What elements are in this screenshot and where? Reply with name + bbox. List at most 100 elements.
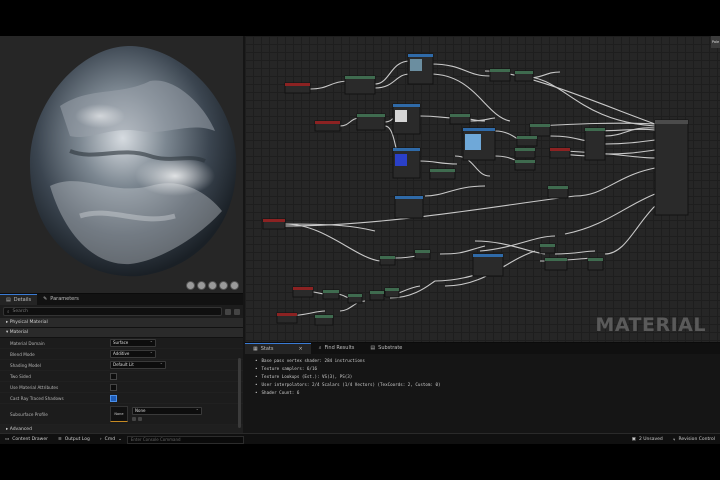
node-multiply-2 xyxy=(514,159,536,171)
list-item: • User interpolators: 2/4 Scalars (1/4 Ve… xyxy=(255,381,720,389)
cast-ray-traced-shadows-label: Cast Ray Traced Shadows xyxy=(10,395,64,401)
material-watermark: MATERIAL xyxy=(595,314,706,336)
cmd-icon: › xyxy=(99,437,102,442)
details-scrollbar[interactable] xyxy=(238,358,241,428)
content-drawer-icon: ▭ xyxy=(5,437,10,442)
node-add-1 xyxy=(449,113,471,125)
list-item: • Base pass vertex shader: 284 instructio… xyxy=(255,357,720,365)
tab-stats-label: Stats xyxy=(260,345,274,352)
cast-ray-traced-shadows-checkbox[interactable] xyxy=(110,394,117,402)
node-texture-2 xyxy=(392,103,421,135)
search-placeholder: Search xyxy=(12,309,28,314)
property-shading-model: Shading Model Default Lit xyxy=(0,360,243,371)
tab-substrate[interactable]: ▤ Substrate xyxy=(362,343,410,354)
save-icon: ▣ xyxy=(631,437,636,442)
settings-icon[interactable] xyxy=(234,308,240,315)
cmd-label: Cmd xyxy=(104,437,116,442)
use-selected-asset-icon[interactable] xyxy=(138,417,142,421)
tab-find-results[interactable]: ⌕ Find Results xyxy=(311,343,363,354)
stat-text: User interpolators: 2/4 Scalars (1/4 Vec… xyxy=(261,382,441,387)
grid-view-icon[interactable] xyxy=(225,308,231,315)
stat-text: Texture Lookups (Est.): VS(3), PS(3) xyxy=(261,374,353,379)
graph-nodes xyxy=(262,53,689,326)
tab-details[interactable]: ▤ Details xyxy=(0,294,38,305)
node-math-6 xyxy=(544,257,568,271)
node-red-param-4 xyxy=(262,218,286,230)
tab-stats[interactable]: ▦ Stats × xyxy=(245,343,311,354)
unsaved-button[interactable]: ▣ 2 Unsaved xyxy=(627,437,668,443)
node-output xyxy=(654,119,689,216)
revision-control-label: Revision Control xyxy=(678,437,715,442)
node-math-4 xyxy=(414,249,431,260)
preview-sphere-button[interactable] xyxy=(197,281,206,290)
subsurface-profile-dropdown[interactable]: None xyxy=(132,406,202,415)
preview-cylinder-button[interactable] xyxy=(186,281,195,290)
node-texture-6 xyxy=(472,253,504,277)
bullet-icon: • xyxy=(255,374,258,379)
revision-control-button[interactable]: ⑂ Revision Control xyxy=(668,437,720,443)
node-math-2 xyxy=(514,70,534,82)
shading-model-dropdown[interactable]: Default Lit xyxy=(110,360,166,369)
property-subsurface-profile: Subsurface Profile None None xyxy=(0,404,243,425)
search-icon: ⌕ xyxy=(7,309,10,315)
node-math-7 xyxy=(587,257,604,271)
category-physical-material[interactable]: ▸ Physical Material xyxy=(0,318,243,328)
output-log-button[interactable]: ≡ Output Log xyxy=(53,437,95,442)
two-sided-label: Two Sided xyxy=(10,373,31,379)
status-bar-right: ▣ 2 Unsaved ⑂ Revision Control xyxy=(627,437,720,443)
parameters-icon: ✎ xyxy=(43,296,48,302)
use-material-attributes-checkbox[interactable] xyxy=(110,383,117,391)
content-drawer-button[interactable]: ▭ Content Drawer xyxy=(0,437,53,442)
list-item: • Shader Count: 6 xyxy=(255,389,720,397)
console-command-input[interactable]: Enter Console Command xyxy=(126,435,244,444)
material-node-graph xyxy=(262,53,689,326)
node-red-param-2 xyxy=(314,120,341,132)
node-red-param-6 xyxy=(276,312,298,324)
property-material-domain: Material Domain Surface xyxy=(0,338,243,349)
bullet-icon: • xyxy=(255,390,258,395)
blend-mode-dropdown[interactable]: Additive xyxy=(110,349,156,358)
node-math-8 xyxy=(322,289,340,300)
details-search-input[interactable]: ⌕ Search xyxy=(3,307,222,316)
property-cast-ray-traced-shadows: Cast Ray Traced Shadows xyxy=(0,393,243,404)
browse-asset-icon[interactable] xyxy=(132,417,136,421)
node-texture-4 xyxy=(462,127,496,161)
node-math-10 xyxy=(369,290,385,301)
node-texture-3 xyxy=(392,147,421,179)
status-bar: ▭ Content Drawer ≡ Output Log › Cmd ⌄ En… xyxy=(0,433,720,444)
node-fresnel xyxy=(429,168,456,180)
cmd-dropdown[interactable]: › Cmd ⌄ xyxy=(95,437,127,442)
material-domain-dropdown[interactable]: Surface xyxy=(110,338,156,347)
node-math-5 xyxy=(539,243,556,254)
node-lerp-1 xyxy=(529,123,551,137)
preview-cube-button[interactable] xyxy=(219,281,228,290)
preview-viewport[interactable] xyxy=(0,36,243,293)
material-editor-window: ▤ Details ✎ Parameters ⌕ Search ▸ Physic… xyxy=(0,36,720,444)
tab-parameters[interactable]: ✎ Parameters xyxy=(37,294,85,305)
node-red-param-5 xyxy=(292,286,314,298)
node-math-12 xyxy=(314,314,334,326)
list-item: • Texture Lookups (Est.): VS(3), PS(3) xyxy=(255,373,720,381)
material-preview-sphere xyxy=(29,45,237,277)
material-graph-canvas[interactable]: Pale MATERIAL xyxy=(245,36,720,342)
property-two-sided: Two Sided xyxy=(0,371,243,382)
content-drawer-label: Content Drawer xyxy=(12,437,48,442)
category-advanced-label: Advanced xyxy=(9,427,32,432)
preview-mesh-button[interactable] xyxy=(230,281,239,290)
node-math-1 xyxy=(489,68,511,82)
subsurface-profile-label: Subsurface Profile xyxy=(10,411,48,417)
tab-substrate-label: Substrate xyxy=(378,345,403,351)
two-sided-checkbox[interactable] xyxy=(110,372,117,380)
subsurface-profile-thumbnail[interactable]: None xyxy=(110,406,128,422)
stats-icon: ▦ xyxy=(253,345,258,352)
tab-find-results-label: Find Results xyxy=(324,345,355,351)
tab-details-label: Details xyxy=(13,296,32,303)
output-log-label: Output Log xyxy=(64,437,90,442)
stat-text: Base pass vertex shader: 284 instruction… xyxy=(261,358,365,363)
use-material-attributes-label: Use Material Attributes xyxy=(10,384,59,390)
close-tab-icon[interactable]: × xyxy=(299,344,303,355)
node-lerp-3 xyxy=(514,147,536,159)
palette-side-tab[interactable]: Pale xyxy=(711,36,720,48)
preview-plane-button[interactable] xyxy=(208,281,217,290)
category-material[interactable]: ▾ Material xyxy=(0,328,243,338)
